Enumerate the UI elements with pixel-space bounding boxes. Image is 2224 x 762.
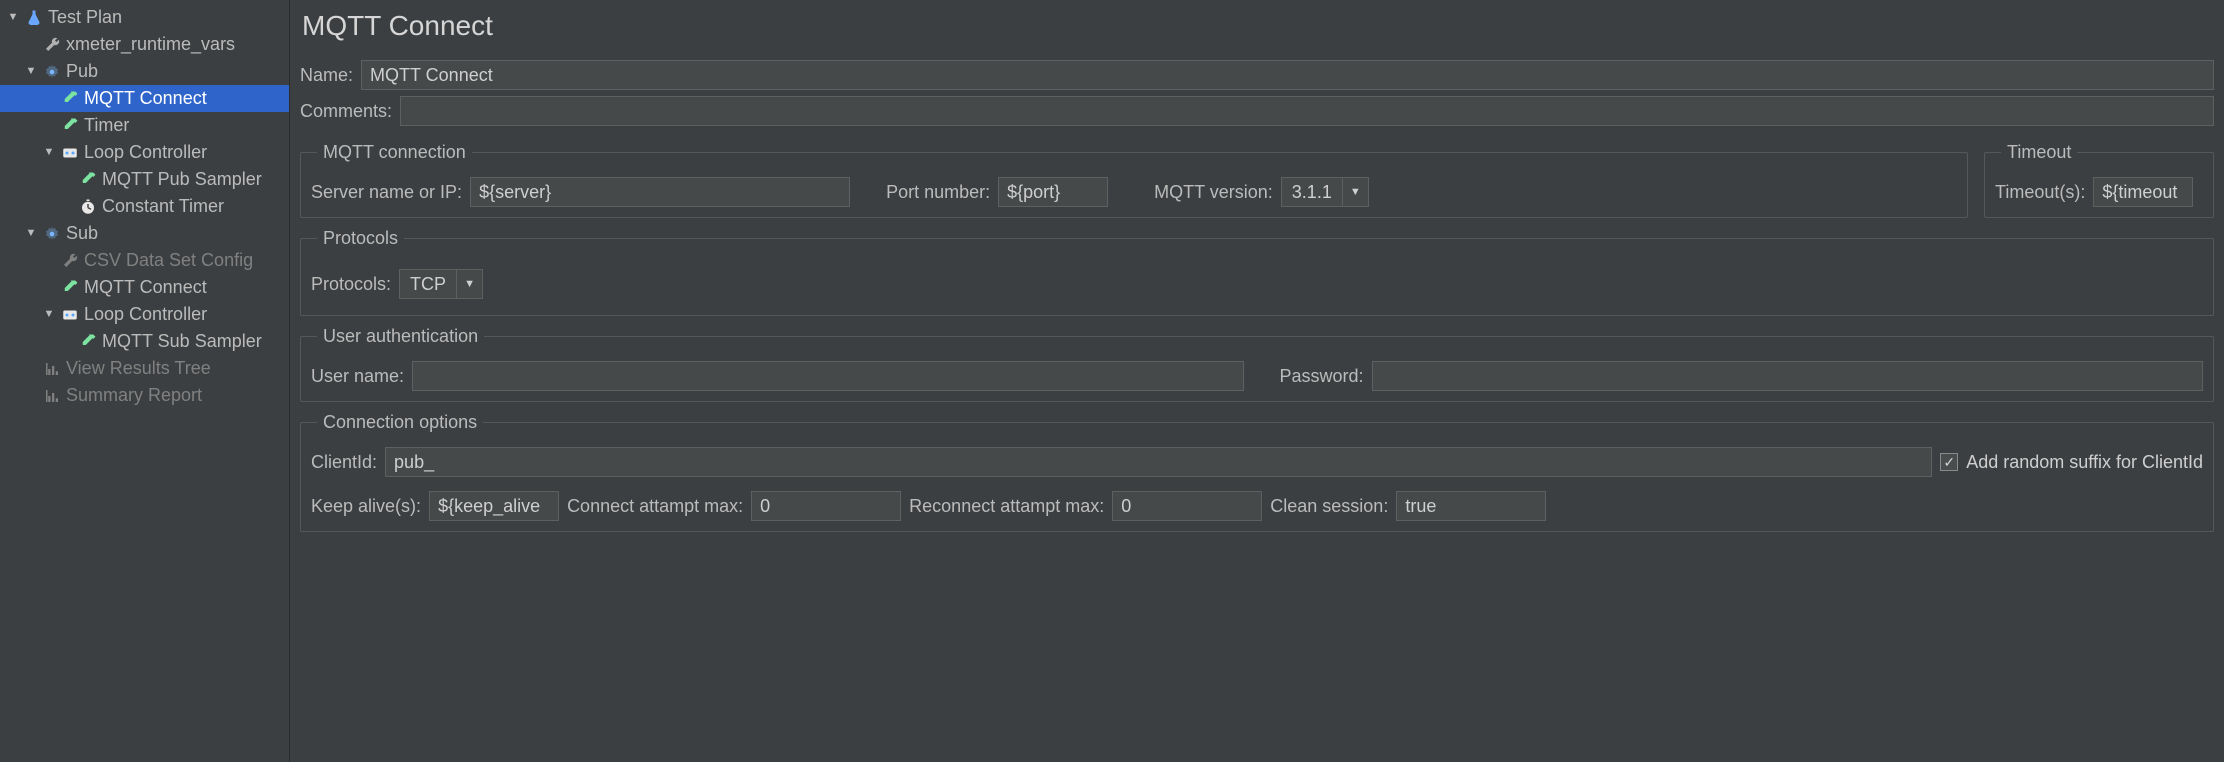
tree-item-pub-loop[interactable]: ▼ Loop Controller: [0, 139, 289, 166]
tree-label: MQTT Pub Sampler: [100, 169, 262, 190]
conn-options-legend: Connection options: [317, 412, 483, 433]
version-label: MQTT version:: [1154, 182, 1273, 203]
random-suffix-checkbox[interactable]: ✓ Add random suffix for ClientId: [1940, 452, 2203, 473]
dropper-icon: [58, 279, 82, 297]
tree-item-xmeter-vars[interactable]: xmeter_runtime_vars: [0, 31, 289, 58]
tree-label: Timer: [82, 115, 129, 136]
tree-item-sub-csv[interactable]: CSV Data Set Config: [0, 247, 289, 274]
protocols-group: Protocols Protocols: TCP ▼: [300, 228, 2214, 316]
chevron-down-icon[interactable]: ▼: [26, 65, 37, 77]
tree-item-pub-mqtt-connect[interactable]: MQTT Connect: [0, 85, 289, 112]
timeout-label: Timeout(s):: [1995, 182, 2085, 203]
chevron-down-icon: ▼: [456, 270, 482, 298]
mqtt-connection-group: MQTT connection Server name or IP: Port …: [300, 142, 1968, 218]
tree-item-pub[interactable]: ▼ Pub: [0, 58, 289, 85]
wrench-icon: [58, 252, 82, 270]
tree-label: View Results Tree: [64, 358, 211, 379]
chevron-down-icon[interactable]: ▼: [8, 11, 19, 23]
dropper-icon: [58, 117, 82, 135]
tree-item-sub-sampler[interactable]: MQTT Sub Sampler: [0, 328, 289, 355]
gear-icon: [40, 63, 64, 81]
tree-label: Loop Controller: [82, 142, 207, 163]
chart-icon: [40, 387, 64, 405]
tree-item-sub[interactable]: ▼ Sub: [0, 220, 289, 247]
conn-options-group: Connection options ClientId: ✓ Add rando…: [300, 412, 2214, 532]
controller-icon: [58, 144, 82, 162]
protocols-select[interactable]: TCP ▼: [399, 269, 483, 299]
auth-legend: User authentication: [317, 326, 484, 347]
reconnect-max-label: Reconnect attampt max:: [909, 496, 1104, 517]
clean-session-label: Clean session:: [1270, 496, 1388, 517]
username-label: User name:: [311, 366, 404, 387]
tree-item-sub-mqtt-connect[interactable]: MQTT Connect: [0, 274, 289, 301]
username-input[interactable]: [412, 361, 1243, 391]
tree-item-sub-loop[interactable]: ▼ Loop Controller: [0, 301, 289, 328]
server-input[interactable]: [470, 177, 850, 207]
chevron-down-icon: ▼: [1342, 178, 1368, 206]
tree-item-summary-report[interactable]: Summary Report: [0, 382, 289, 409]
tree-label: CSV Data Set Config: [82, 250, 253, 271]
name-label: Name:: [300, 65, 353, 86]
mqtt-connection-legend: MQTT connection: [317, 142, 472, 163]
server-label: Server name or IP:: [311, 182, 462, 203]
clean-session-input[interactable]: [1396, 491, 1546, 521]
tree-item-pub-timer[interactable]: Timer: [0, 112, 289, 139]
tree-label: Summary Report: [64, 385, 202, 406]
chevron-down-icon[interactable]: ▼: [44, 146, 55, 158]
keepalive-input[interactable]: [429, 491, 559, 521]
auth-group: User authentication User name: Password:: [300, 326, 2214, 402]
flask-icon: [22, 9, 46, 27]
timeout-legend: Timeout: [2001, 142, 2077, 163]
timeout-group: Timeout Timeout(s):: [1984, 142, 2214, 218]
random-suffix-label: Add random suffix for ClientId: [1966, 452, 2203, 473]
password-input[interactable]: [1372, 361, 2203, 391]
protocols-label: Protocols:: [311, 274, 391, 295]
tree-label: Pub: [64, 61, 98, 82]
tree-label: Loop Controller: [82, 304, 207, 325]
tree-label: MQTT Connect: [82, 88, 207, 109]
tree-label: Constant Timer: [100, 196, 224, 217]
tree-item-pub-constant-timer[interactable]: Constant Timer: [0, 193, 289, 220]
dropper-icon: [76, 333, 100, 351]
chevron-down-icon[interactable]: ▼: [44, 308, 55, 320]
tree-panel: ▼ Test Plan xmeter_runtime_vars ▼ Pub: [0, 0, 290, 762]
clientid-input[interactable]: [385, 447, 1932, 477]
controller-icon: [58, 306, 82, 324]
password-label: Password:: [1280, 366, 1364, 387]
tree-item-pub-sampler[interactable]: MQTT Pub Sampler: [0, 166, 289, 193]
tree-label: Sub: [64, 223, 98, 244]
tree-item-view-results[interactable]: View Results Tree: [0, 355, 289, 382]
tree-label: Test Plan: [46, 7, 122, 28]
comments-label: Comments:: [300, 101, 392, 122]
port-label: Port number:: [886, 182, 990, 203]
page-title: MQTT Connect: [300, 0, 2214, 60]
wrench-icon: [40, 36, 64, 54]
keepalive-label: Keep alive(s):: [311, 496, 421, 517]
protocols-value: TCP: [400, 274, 456, 295]
name-input[interactable]: [361, 60, 2214, 90]
gear-icon: [40, 225, 64, 243]
port-input[interactable]: [998, 177, 1108, 207]
timeout-input[interactable]: [2093, 177, 2193, 207]
connect-max-input[interactable]: [751, 491, 901, 521]
chevron-down-icon[interactable]: ▼: [26, 227, 37, 239]
tree-label: MQTT Connect: [82, 277, 207, 298]
clientid-label: ClientId:: [311, 452, 377, 473]
dropper-icon: [76, 171, 100, 189]
protocols-legend: Protocols: [317, 228, 404, 249]
comments-input[interactable]: [400, 96, 2214, 126]
clock-icon: [76, 198, 100, 216]
chart-icon: [40, 360, 64, 378]
tree-label: MQTT Sub Sampler: [100, 331, 262, 352]
check-icon: ✓: [1940, 453, 1958, 471]
tree-item-test-plan[interactable]: ▼ Test Plan: [0, 4, 289, 31]
tree-label: xmeter_runtime_vars: [64, 34, 235, 55]
connect-max-label: Connect attampt max:: [567, 496, 743, 517]
version-value: 3.1.1: [1282, 182, 1342, 203]
editor-panel: MQTT Connect Name: Comments: MQTT connec…: [290, 0, 2224, 762]
dropper-icon: [58, 90, 82, 108]
version-select[interactable]: 3.1.1 ▼: [1281, 177, 1369, 207]
reconnect-max-input[interactable]: [1112, 491, 1262, 521]
